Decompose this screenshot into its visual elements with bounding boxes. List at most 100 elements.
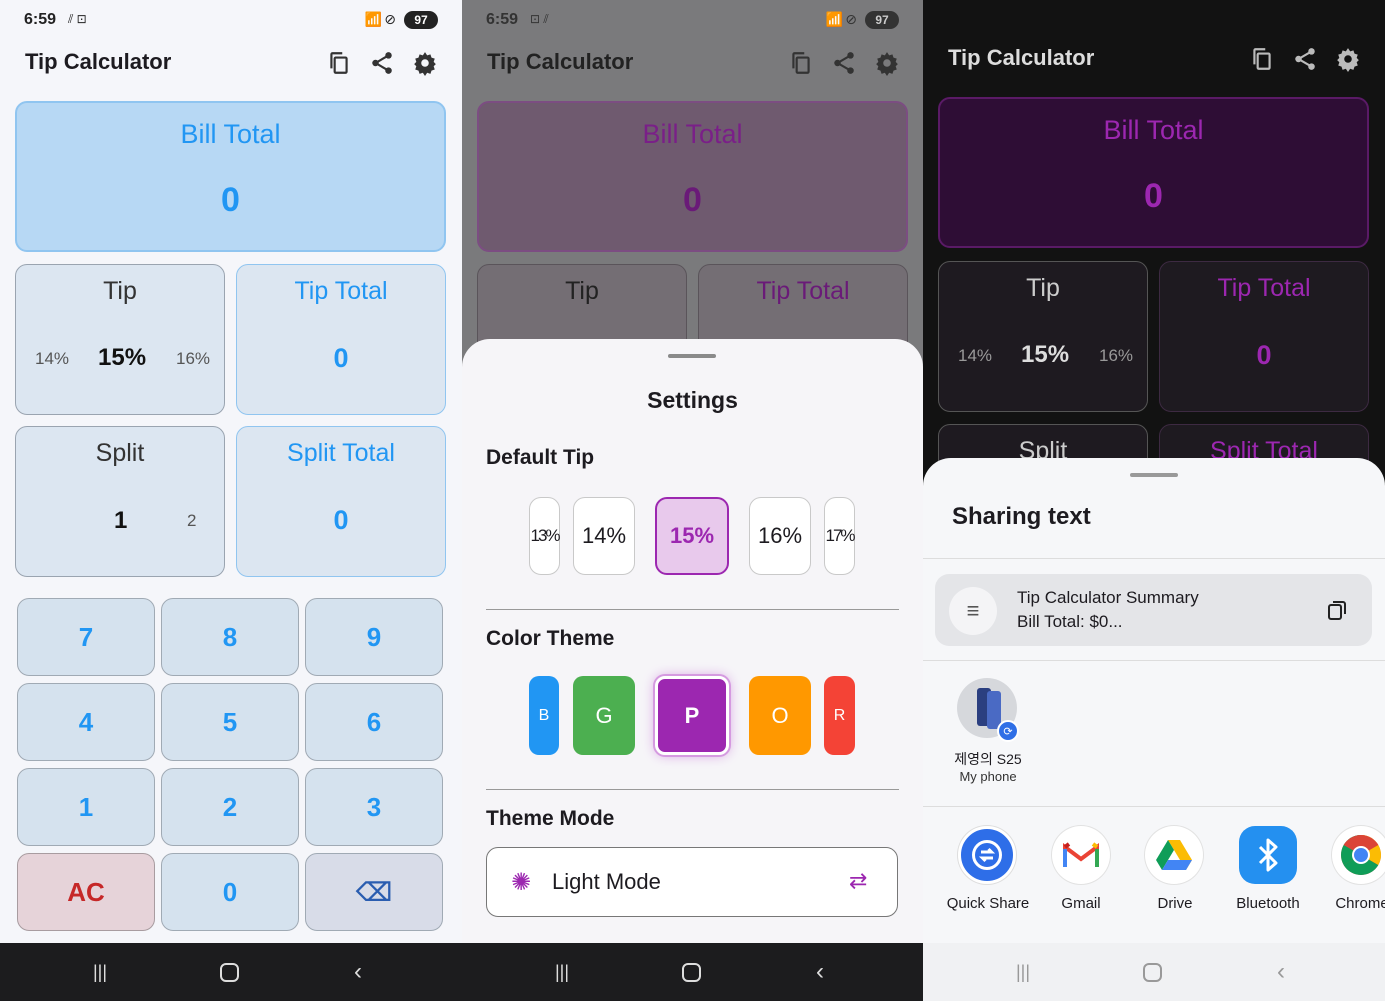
gmail-icon[interactable] [1052, 826, 1110, 884]
drive-icon[interactable] [1145, 826, 1203, 884]
key-2[interactable]: 2 [161, 768, 299, 846]
split-total-label: Split Total [287, 439, 395, 467]
app-title: Tip Calculator [25, 49, 172, 74]
bill-total-label: Bill Total [1103, 115, 1204, 145]
bill-total-card[interactable]: Bill Total 0 [477, 101, 908, 252]
chrome-icon[interactable] [1332, 826, 1385, 884]
app-title: Tip Calculator [487, 49, 634, 74]
settings-gear-icon[interactable] [1335, 46, 1361, 72]
device-subtitle: My phone [959, 769, 1017, 784]
tip-label: Tip [1026, 274, 1060, 302]
default-tip-option-13[interactable]: 13% [529, 497, 561, 575]
sheet-drag-handle[interactable] [668, 354, 716, 358]
key-1[interactable]: 1 [17, 768, 155, 846]
status-bar: 6:59 ⫽ ⊡ 📶⊘ 97 [0, 0, 462, 40]
bill-total-card[interactable]: Bill Total 0 [938, 97, 1369, 248]
recents-icon[interactable]: ||| [547, 957, 577, 987]
status-system-icons: 📶⊘ [364, 11, 398, 27]
bill-total-card[interactable]: Bill Total 0 [15, 101, 446, 252]
share-icon[interactable] [831, 50, 857, 76]
home-icon[interactable] [214, 957, 244, 987]
tip-prev-option[interactable]: 14% [35, 349, 69, 369]
default-tip-option-16[interactable]: 16% [749, 497, 811, 575]
key-8[interactable]: 8 [161, 598, 299, 676]
share-icon[interactable] [369, 50, 395, 76]
bluetooth-icon[interactable] [1239, 826, 1297, 884]
system-nav-bar: ||| ‹ [462, 943, 923, 1001]
copy-icon [1328, 601, 1346, 620]
copy-icon[interactable] [1249, 46, 1275, 72]
app-label-gmail: Gmail [1061, 895, 1101, 912]
color-option-purple-selected[interactable]: P [655, 676, 729, 755]
bill-total-label: Bill Total [180, 119, 281, 149]
system-nav-bar: ||| ‹ [923, 943, 1385, 1001]
quick-share-icon[interactable] [958, 826, 1016, 884]
sheet-drag-handle[interactable] [1130, 473, 1178, 477]
tip-total-label: Tip Total [756, 277, 850, 305]
preview-text: Bill Total: $0... [1017, 612, 1123, 631]
tip-current-option[interactable]: 15% [1021, 341, 1069, 369]
key-0[interactable]: 0 [161, 853, 299, 931]
tip-current-option[interactable]: 15% [98, 344, 146, 372]
home-icon[interactable] [1137, 957, 1167, 987]
key-3[interactable]: 3 [305, 768, 443, 846]
color-option-label: O [771, 702, 789, 728]
tip-prev-option[interactable]: 14% [958, 346, 992, 366]
divider [923, 806, 1385, 807]
settings-gear-icon[interactable] [874, 50, 900, 76]
copy-icon[interactable] [326, 50, 352, 76]
default-tip-option-14[interactable]: 14% [573, 497, 635, 575]
copy-icon[interactable] [788, 50, 814, 76]
key-4[interactable]: 4 [17, 683, 155, 761]
key-9[interactable]: 9 [305, 598, 443, 676]
tip-total-label: Tip Total [294, 277, 388, 305]
tip-card[interactable]: Tip 14% 15% 16% [938, 261, 1148, 412]
back-icon[interactable]: ‹ [805, 957, 835, 987]
status-notification-icons: ⊡ ⫽ [530, 12, 549, 26]
device-name: 제영의 S25 [954, 751, 1022, 767]
status-system-icons: 📶⊘ [825, 11, 859, 27]
split-label: Split [95, 439, 145, 467]
tip-total-label: Tip Total [1217, 274, 1311, 302]
theme-mode-value: Light Mode [552, 869, 661, 894]
settings-gear-icon[interactable] [412, 50, 438, 76]
bill-total-label: Bill Total [642, 119, 743, 149]
recents-icon[interactable]: ||| [85, 957, 115, 987]
backspace-button[interactable]: ⌫ [305, 853, 443, 931]
all-clear-button[interactable]: AC [17, 853, 155, 931]
tip-total-value: 0 [333, 343, 349, 373]
default-tip-option-15-selected[interactable]: 15% [655, 497, 729, 575]
back-icon[interactable]: ‹ [343, 957, 373, 987]
tip-label: Tip [103, 277, 137, 305]
split-card[interactable]: Split 1 2 [15, 426, 225, 577]
home-icon[interactable] [676, 957, 706, 987]
color-option-orange[interactable]: O [749, 676, 811, 755]
tip-card[interactable]: Tip 14% 15% 16% [15, 264, 225, 415]
key-7[interactable]: 7 [17, 598, 155, 676]
color-option-label: G [595, 702, 613, 728]
tip-total-value: 0 [1256, 340, 1272, 370]
key-5[interactable]: 5 [161, 683, 299, 761]
sun-icon: ✺ [511, 869, 532, 896]
split-total-value: 0 [333, 505, 349, 535]
split-current-option[interactable]: 1 [114, 507, 127, 535]
default-tip-option-17[interactable]: 17% [824, 497, 856, 575]
back-icon[interactable]: ‹ [1266, 957, 1296, 987]
system-nav-bar: ||| ‹ [0, 943, 462, 1001]
tip-next-option[interactable]: 16% [176, 349, 210, 369]
app-label-drive: Drive [1157, 895, 1193, 912]
share-icon[interactable] [1292, 46, 1318, 72]
default-tip-heading: Default Tip [486, 446, 595, 469]
split-next-option[interactable]: 2 [187, 511, 196, 531]
color-option-red[interactable]: R [824, 676, 855, 755]
recents-icon[interactable]: ||| [1008, 957, 1038, 987]
tip-next-option[interactable]: 16% [1099, 346, 1133, 366]
divider [486, 789, 899, 790]
theme-mode-toggle[interactable]: ✺ Light Mode ⇄ [486, 847, 898, 917]
color-option-blue[interactable]: B [529, 676, 559, 755]
copy-text-button[interactable] [1325, 598, 1349, 627]
text-document-icon: ≡ [949, 587, 997, 635]
status-notification-icons: ⫽ ⊡ [68, 12, 87, 26]
color-option-green[interactable]: G [573, 676, 635, 755]
key-6[interactable]: 6 [305, 683, 443, 761]
